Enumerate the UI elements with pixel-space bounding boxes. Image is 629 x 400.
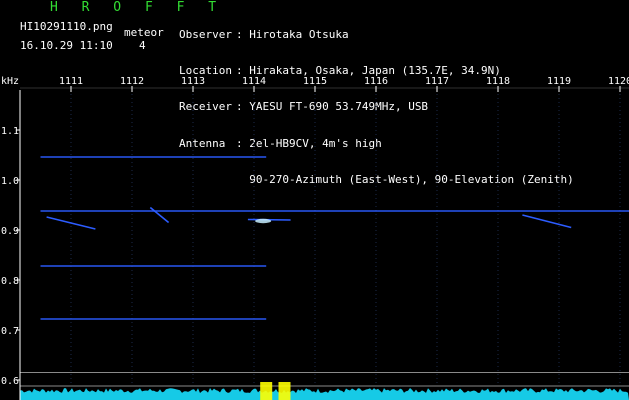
x-tick-label: 1117 (425, 76, 449, 87)
observer-sep: : (236, 28, 243, 41)
meteor-count-value: 4 (139, 39, 146, 52)
image-filename: HI10291110.png (20, 20, 113, 33)
spectrogram-grid (70, 90, 621, 385)
noise-burst (278, 382, 291, 400)
noise-burst (260, 382, 273, 400)
y-axis-unit-label: kHz (1, 76, 19, 87)
spectrogram: kHz 1.1 1.0 0.9 0.8 0.7 0.6 1111 1112 1113 1114 111… (1, 76, 629, 400)
observer-row: Observer: Hirotaka Otsuka (179, 29, 574, 41)
meteor-streak (149, 206, 170, 224)
capture-datetime: 16.10.29 11:10 (20, 39, 113, 52)
x-tick-label: 1112 (120, 76, 144, 87)
noise-floor (20, 372, 629, 400)
carrier-traces (40, 156, 629, 320)
noise-band (20, 388, 629, 400)
x-tick-label: 1119 (547, 76, 571, 87)
observer-key: Observer (179, 28, 232, 41)
y-tick-label: 0.8 (1, 276, 19, 287)
x-tick-label: 1118 (486, 76, 510, 87)
x-tick-label: 1114 (242, 76, 266, 87)
meteor-head-echo (255, 218, 272, 224)
x-tick-label: 1111 (59, 76, 83, 87)
y-tick-label: 0.6 (1, 376, 19, 387)
x-tick-label: 1116 (364, 76, 388, 87)
y-tick-label: 0.9 (1, 226, 19, 237)
meteor-streak (522, 214, 572, 229)
x-tick-label: 1113 (181, 76, 205, 87)
y-tick-label: 1.1 (1, 126, 19, 137)
x-tick-label: 1115 (303, 76, 327, 87)
y-tick-label: 0.7 (1, 326, 19, 337)
meteor-count-label: meteor (124, 26, 164, 39)
x-tick-label: 1120 (608, 76, 629, 87)
y-tick-label: 1.0 (1, 176, 19, 187)
observer-value: Hirotaka Otsuka (249, 28, 349, 41)
